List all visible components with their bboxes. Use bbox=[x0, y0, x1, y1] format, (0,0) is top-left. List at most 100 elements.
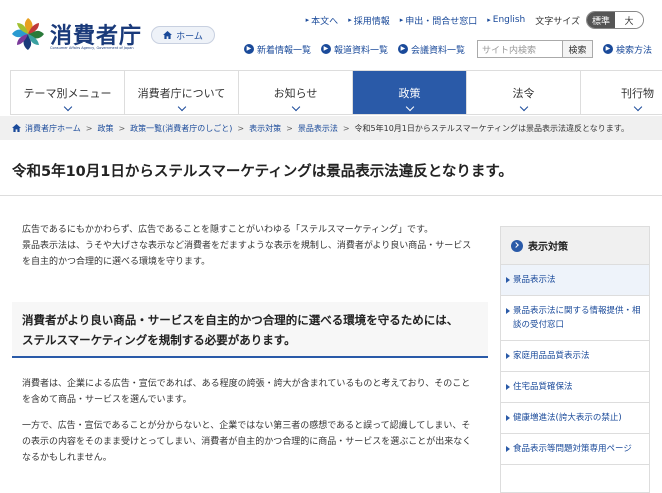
nav-laws[interactable]: 法令 bbox=[466, 71, 580, 114]
global-nav: テーマ別メニュー 消費者庁について お知らせ 政策 法令 刊行物 bbox=[10, 70, 662, 115]
triangle-right-icon bbox=[506, 353, 510, 359]
nav-label: テーマ別メニュー bbox=[23, 86, 112, 100]
logo-mark-icon bbox=[12, 18, 44, 50]
home-icon bbox=[12, 124, 21, 132]
sidebar-item-label: 食品表示等問題対策専用ページ bbox=[513, 444, 632, 454]
home-label: ホーム bbox=[176, 31, 203, 42]
link-skip-to-content[interactable]: ▸ 本文へ bbox=[306, 14, 339, 27]
paragraph-line: を含めて商品・サービスを選んでいます。 bbox=[22, 395, 192, 405]
title-divider bbox=[0, 195, 662, 196]
arrow-circle-icon: ▶ bbox=[397, 44, 408, 54]
chevron-down-icon bbox=[405, 102, 414, 112]
breadcrumb-policy[interactable]: 政策 bbox=[97, 123, 113, 134]
arrow-circle-icon: ▶ bbox=[602, 44, 613, 54]
intro-line: を自主的かつ合理的に選べる環境を守ります。 bbox=[22, 257, 211, 267]
link-press-list[interactable]: ▶ 報道資料一覧 bbox=[320, 43, 388, 56]
chevron-right-icon: > bbox=[286, 123, 293, 133]
sidebar-item-label: 家庭用品品質表示法 bbox=[513, 351, 590, 361]
sidebar-item-household-goods[interactable]: 家庭用品品質表示法 bbox=[501, 341, 649, 372]
logo-subtitle: Consumer Affairs Agency, Government of J… bbox=[50, 46, 134, 50]
arrow-icon: ▸ bbox=[305, 16, 310, 24]
nav-label: 消費者庁について bbox=[137, 86, 226, 100]
font-size-standard-button[interactable]: 標準 bbox=[587, 12, 615, 28]
nav-about[interactable]: 消費者庁について bbox=[124, 71, 238, 114]
font-size-label: 文字サイズ bbox=[535, 16, 580, 27]
link-recruit[interactable]: ▸ 採用情報 bbox=[348, 14, 390, 27]
sidebar-item-housing-quality[interactable]: 住宅品質確保法 bbox=[501, 372, 649, 403]
breadcrumb-home[interactable]: 消費者庁ホーム bbox=[25, 123, 81, 134]
link-label: 本文へ bbox=[311, 16, 339, 27]
nav-policy[interactable]: 政策 bbox=[352, 71, 466, 114]
sidebar-heading-label: 表示対策 bbox=[528, 242, 568, 253]
link-contact[interactable]: ▸ 申出・問合せ窓口 bbox=[400, 14, 478, 27]
arrow-icon: ▸ bbox=[487, 16, 491, 24]
triangle-right-icon bbox=[506, 277, 510, 283]
font-size-toggle: 標準 大 bbox=[586, 11, 644, 29]
site-header: 消費者庁 Consumer Affairs Agency, Government… bbox=[0, 0, 662, 70]
arrow-icon: ▸ bbox=[399, 16, 404, 24]
sidebar-item-food-labeling[interactable]: 食品表示等問題対策専用ページ bbox=[501, 434, 649, 465]
link-meeting-list[interactable]: ▶ 会議資料一覧 bbox=[397, 43, 465, 56]
nav-label: 刊行物 bbox=[621, 86, 654, 100]
link-label: English bbox=[492, 15, 526, 25]
sidebar-item-contact-window[interactable]: 景品表示法に関する情報提供・相談の受付窓口 bbox=[501, 296, 649, 341]
triangle-right-icon bbox=[506, 446, 510, 452]
chevron-down-icon bbox=[633, 102, 642, 112]
nav-publications[interactable]: 刊行物 bbox=[580, 71, 662, 114]
link-english[interactable]: ▸ English bbox=[487, 15, 525, 25]
nav-label: お知らせ bbox=[273, 86, 318, 100]
arrow-icon: ▸ bbox=[348, 16, 352, 24]
site-logo[interactable]: 消費者庁 Consumer Affairs Agency, Government… bbox=[10, 12, 150, 56]
callout-box: 消費者がより良い商品・サービスを自主的かつ合理的に選べる環境を守るためには、 ス… bbox=[12, 302, 488, 358]
secondary-links: ▶ 新着情報一覧 ▶ 報道資料一覧 ▶ 会議資料一覧 サイト内検索 検索 ▶ 検索方法 bbox=[234, 40, 652, 58]
triangle-right-icon bbox=[506, 384, 510, 390]
search-input[interactable]: サイト内検索 bbox=[476, 40, 563, 58]
nav-theme-menu[interactable]: テーマ別メニュー bbox=[10, 71, 124, 114]
breadcrumb-premiums-act[interactable]: 景品表示法 bbox=[298, 123, 338, 134]
utility-links: ▸ 本文へ ▸ 採用情報 ▸ 申出・問合せ窓口 ▸ English 文字サイズ 標準 大 bbox=[296, 11, 644, 29]
chevron-down-icon bbox=[291, 102, 300, 112]
link-news-list[interactable]: ▶ 新着情報一覧 bbox=[243, 43, 311, 56]
link-label: 申出・問合せ窓口 bbox=[405, 16, 478, 27]
arrow-circle-icon: ▶ bbox=[320, 44, 331, 54]
triangle-right-icon bbox=[506, 415, 510, 421]
sidebar-menu: 表示対策 景品表示法 景品表示法に関する情報提供・相談の受付窓口 家庭用品品質表… bbox=[500, 226, 650, 493]
chevron-right-icon: > bbox=[342, 123, 350, 133]
chevron-right-icon: > bbox=[118, 123, 126, 133]
chevron-down-icon bbox=[177, 102, 186, 112]
home-button[interactable]: ホーム bbox=[151, 26, 215, 44]
link-search-method[interactable]: ▶ 検索方法 bbox=[602, 43, 652, 56]
sidebar-item-label: 健康増進法(誇大表示の禁止) bbox=[513, 413, 622, 423]
link-label: 報道資料一覧 bbox=[333, 45, 388, 56]
page-title: 令和5年10月1日からステルスマーケティングは景品表示法違反となります。 bbox=[12, 164, 513, 180]
triangle-right-icon bbox=[506, 308, 510, 314]
link-label: 会議資料一覧 bbox=[410, 45, 465, 56]
search-button[interactable]: 検索 bbox=[562, 40, 593, 58]
chevron-down-icon bbox=[519, 102, 528, 112]
link-label: 検索方法 bbox=[615, 45, 652, 56]
nav-notices[interactable]: お知らせ bbox=[238, 71, 352, 114]
chevron-right-icon: > bbox=[85, 123, 93, 133]
home-icon bbox=[163, 31, 173, 39]
breadcrumb-labeling[interactable]: 表示対策 bbox=[249, 123, 281, 134]
sidebar-item-health-promotion[interactable]: 健康増進法(誇大表示の禁止) bbox=[501, 403, 649, 434]
arrow-circle-icon: ▶ bbox=[243, 44, 254, 54]
paragraph-line: なるかもしれません。 bbox=[22, 453, 112, 463]
intro-line: 景品表示法は、うそや大げさな表示など消費者をだますような表示を規制し、消費者がよ… bbox=[22, 241, 472, 251]
breadcrumb-current: 令和5年10月1日からステルスマーケティングは景品表示法違反となります。 bbox=[354, 123, 629, 133]
chevron-down-icon bbox=[63, 102, 72, 112]
arrow-circle-icon bbox=[511, 239, 523, 252]
paragraph-line: の表示の内容をそのまま受けとってしまい、消費者が自主的かつ合理的に商品・サービス… bbox=[22, 437, 472, 447]
nav-label: 政策 bbox=[398, 86, 421, 100]
paragraph-line: 一方で、広告・宣伝であることが分からないと、企業ではない第三者の感想であると誤っ… bbox=[22, 421, 471, 431]
link-label: 新着情報一覧 bbox=[256, 45, 311, 56]
link-label: 採用情報 bbox=[353, 16, 390, 27]
intro-line: 広告であるにもかかわらず、広告であることを隠すことがいわゆる「ステルスマーケティ… bbox=[22, 225, 434, 235]
sidebar-item-premiums-act[interactable]: 景品表示法 bbox=[501, 265, 649, 296]
paragraph-line: 消費者は、企業による広告・宣伝であれば、ある程度の誇張・誇大が含まれているものと… bbox=[22, 379, 471, 389]
sidebar-item-label: 景品表示法 bbox=[513, 275, 556, 285]
intro-text: 広告であるにもかかわらず、広告であることを隠すことがいわゆる「ステルスマーケティ… bbox=[22, 222, 490, 270]
breadcrumb-policy-list[interactable]: 政策一覧(消費者庁のしごと) bbox=[130, 123, 232, 134]
nav-label: 法令 bbox=[512, 86, 535, 100]
font-size-large-button[interactable]: 大 bbox=[615, 12, 643, 28]
